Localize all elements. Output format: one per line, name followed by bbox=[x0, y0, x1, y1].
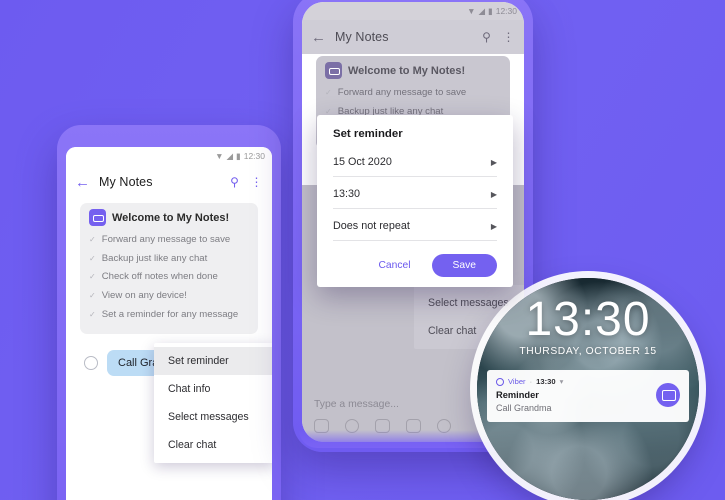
check-icon: ✓ bbox=[89, 272, 96, 282]
dialog-row-time[interactable]: 13:30 ▶ bbox=[333, 177, 497, 209]
center-page-title: My Notes bbox=[335, 30, 389, 44]
list-item-label: Backup just like any chat bbox=[101, 252, 208, 264]
list-item-label: Forward any message to save bbox=[101, 234, 231, 245]
chevron-right-icon: ▶ bbox=[490, 189, 497, 199]
chevron-right-icon: ▶ bbox=[490, 221, 497, 231]
check-icon: ✓ bbox=[325, 88, 332, 97]
notification-separator: · bbox=[529, 377, 533, 386]
notification-time: 13:30 bbox=[536, 377, 556, 386]
gif-icon[interactable] bbox=[406, 419, 421, 433]
menu-item-clear-chat[interactable]: Clear chat bbox=[154, 431, 272, 459]
center-welcome-title: Welcome to My Notes! bbox=[348, 64, 466, 77]
left-phone-device: ▼ ◢ ▮ 12:30 ← My Notes ⚲ ⋮ Welcome to My… bbox=[57, 125, 281, 500]
left-status-bar: ▼ ◢ ▮ 12:30 bbox=[66, 147, 272, 165]
center-welcome-row: Welcome to My Notes! bbox=[325, 62, 501, 79]
notification-body: Call Grandma bbox=[496, 402, 552, 413]
notification-title: Reminder bbox=[496, 390, 539, 400]
lock-screen-clock: 13:30 bbox=[525, 293, 651, 346]
left-page-title: My Notes bbox=[99, 175, 153, 189]
battery-icon: ▮ bbox=[488, 5, 493, 16]
back-arrow-icon[interactable]: ← bbox=[75, 175, 90, 190]
notes-badge-icon bbox=[325, 62, 342, 79]
left-welcome-title: Welcome to My Notes! bbox=[112, 211, 230, 224]
viber-app-icon bbox=[496, 377, 504, 386]
emoji-icon[interactable] bbox=[345, 419, 359, 433]
camera-icon[interactable] bbox=[375, 419, 390, 433]
left-welcome-row: Welcome to My Notes! bbox=[89, 209, 249, 226]
menu-item-chat-info[interactable]: Chat info bbox=[154, 375, 272, 403]
dialog-row-repeat[interactable]: Does not repeat ▶ bbox=[333, 209, 497, 241]
sticker-icon[interactable] bbox=[314, 419, 329, 433]
chevron-right-icon: ▶ bbox=[490, 157, 497, 167]
dialog-date-value: 15 Oct 2020 bbox=[333, 156, 392, 168]
dialog-time-value: 13:30 bbox=[333, 188, 361, 200]
screenshot-canvas: ▼ ◢ ▮ 12:30 ← My Notes ⚲ ⋮ Welcome to My… bbox=[0, 0, 725, 500]
center-app-bar: ← My Notes ⚲ ⋮ bbox=[302, 20, 524, 54]
list-item: ✓ View on any device! bbox=[89, 287, 249, 306]
list-item-label: Forward any message to save bbox=[337, 87, 467, 98]
menu-item-set-reminder[interactable]: Set reminder bbox=[154, 347, 272, 375]
chevron-down-icon[interactable]: ▾ bbox=[560, 377, 564, 386]
list-item: ✓ Forward any message to save bbox=[89, 231, 249, 250]
cancel-button[interactable]: Cancel bbox=[369, 254, 419, 277]
left-app-bar: ← My Notes ⚲ ⋮ bbox=[66, 165, 272, 199]
dialog-repeat-value: Does not repeat bbox=[333, 220, 410, 232]
center-status-time: 12:30 bbox=[495, 6, 517, 16]
dialog-actions: Cancel Save bbox=[333, 254, 497, 277]
more-vertical-icon[interactable]: ⋮ bbox=[502, 30, 515, 44]
doodle-icon[interactable] bbox=[437, 419, 451, 433]
list-item: ✓ Set a reminder for any message bbox=[89, 306, 249, 325]
message-checkbox[interactable] bbox=[84, 355, 98, 370]
signal-icon: ◢ bbox=[226, 150, 234, 161]
battery-icon: ▮ bbox=[236, 150, 241, 161]
list-item-label: Set a reminder for any message bbox=[101, 308, 239, 320]
notification-meta: Viber · 13:30 ▾ bbox=[496, 377, 656, 386]
left-context-menu: Set reminder Chat info Select messages C… bbox=[154, 343, 272, 463]
left-phone-screen: ▼ ◢ ▮ 12:30 ← My Notes ⚲ ⋮ Welcome to My… bbox=[66, 147, 272, 500]
save-button[interactable]: Save bbox=[431, 254, 497, 277]
search-icon[interactable]: ⚲ bbox=[480, 30, 493, 44]
dialog-title: Set reminder bbox=[333, 128, 403, 140]
more-vertical-icon[interactable]: ⋮ bbox=[250, 175, 263, 189]
list-item: ✓ Forward any message to save bbox=[325, 84, 501, 103]
menu-item-select-messages[interactable]: Select messages bbox=[154, 403, 272, 431]
check-icon: ✓ bbox=[89, 253, 96, 263]
set-reminder-dialog: Set reminder 15 Oct 2020 ▶ 13:30 ▶ Does … bbox=[317, 115, 513, 287]
list-item-label: View on any device! bbox=[101, 290, 187, 302]
viber-reminder-icon bbox=[656, 383, 680, 408]
list-item: ✓ Backup just like any chat bbox=[89, 250, 249, 269]
left-notes-card: Welcome to My Notes! ✓ Forward any messag… bbox=[80, 203, 258, 334]
notification-app-name: Viber bbox=[508, 377, 526, 386]
wifi-icon: ▼ bbox=[467, 6, 476, 16]
signal-icon: ◢ bbox=[478, 5, 486, 16]
list-item-label: Check off notes when done bbox=[101, 271, 218, 283]
wifi-icon: ▼ bbox=[215, 151, 224, 161]
lock-screen-circle: 13:30 THURSDAY, OCTOBER 15 Viber · 13:30… bbox=[477, 278, 699, 500]
check-icon: ✓ bbox=[89, 291, 96, 301]
back-arrow-icon[interactable]: ← bbox=[311, 30, 326, 45]
check-icon: ✓ bbox=[89, 235, 96, 244]
reminder-notification[interactable]: Viber · 13:30 ▾ Reminder Call Grandma bbox=[487, 370, 689, 422]
search-icon[interactable]: ⚲ bbox=[228, 175, 241, 189]
notification-text-block: Viber · 13:30 ▾ Reminder Call Grandma bbox=[496, 377, 656, 414]
lock-screen-date: THURSDAY, OCTOBER 15 bbox=[519, 346, 657, 357]
notes-badge-icon bbox=[89, 209, 106, 226]
center-status-bar: ▼ ◢ ▮ 12:30 bbox=[302, 2, 524, 20]
list-item: ✓ Check off notes when done bbox=[89, 268, 249, 287]
left-status-time: 12:30 bbox=[243, 151, 265, 161]
dialog-row-date[interactable]: 15 Oct 2020 ▶ bbox=[333, 145, 497, 177]
check-icon: ✓ bbox=[89, 309, 96, 319]
